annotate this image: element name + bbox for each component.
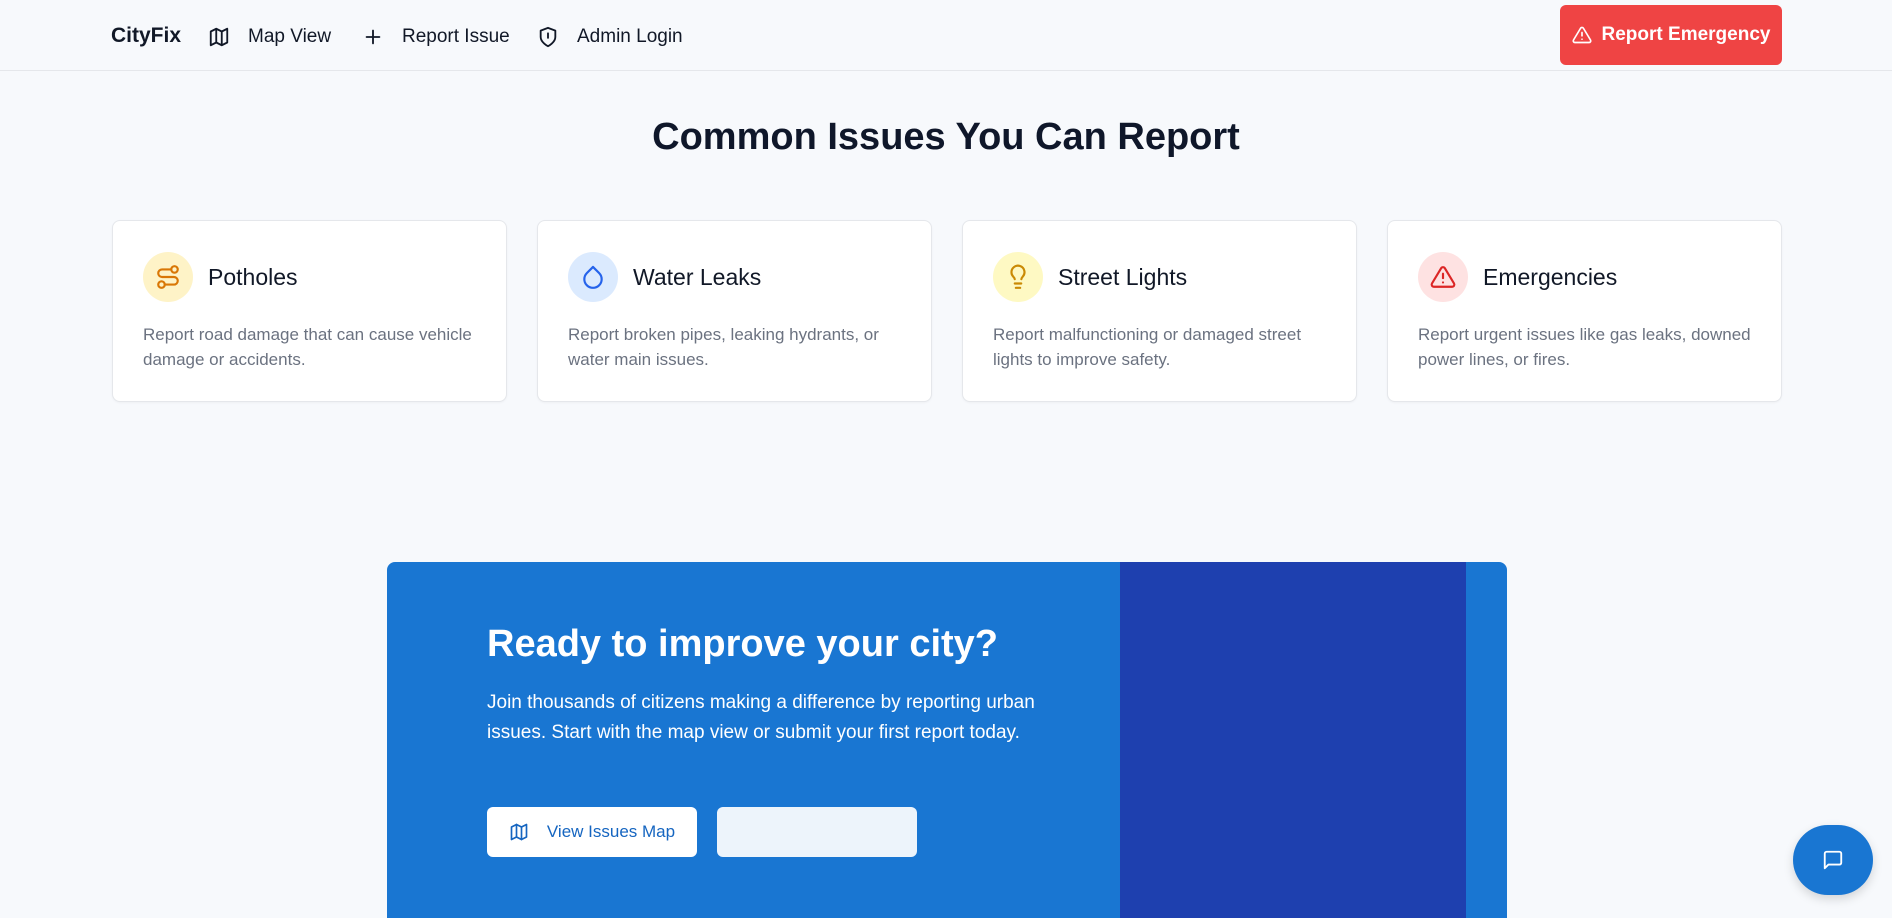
nav-link-label: Map View bbox=[248, 26, 332, 47]
issue-card-emergencies[interactable]: Emergencies Report urgent issues like ga… bbox=[1387, 220, 1782, 402]
cta-banner: Ready to improve your city? Join thousan… bbox=[387, 562, 1507, 918]
nav-link-report-issue[interactable]: Report Issue bbox=[362, 24, 510, 50]
cta-title: Ready to improve your city? bbox=[487, 623, 999, 665]
section-title: Common Issues You Can Report bbox=[652, 116, 1240, 158]
message-square-icon bbox=[1822, 849, 1844, 871]
map-icon bbox=[509, 822, 529, 842]
cta-side-panel bbox=[1120, 562, 1466, 918]
card-description: Report road damage that can cause vehicl… bbox=[143, 325, 472, 369]
issue-card-water-leaks[interactable]: Water Leaks Report broken pipes, leaking… bbox=[537, 220, 932, 402]
nav-link-label: Report Issue bbox=[402, 26, 510, 47]
lightbulb-icon bbox=[993, 252, 1043, 302]
card-title: Potholes bbox=[208, 264, 298, 290]
nav-link-label: Admin Login bbox=[577, 26, 683, 47]
cta-description: Join thousands of citizens making a diff… bbox=[487, 692, 1035, 743]
nav-link-map-view[interactable]: Map View bbox=[208, 24, 331, 50]
view-issues-map-label: View Issues Map bbox=[546, 822, 676, 841]
chat-button[interactable] bbox=[1793, 825, 1873, 895]
shield-icon bbox=[537, 26, 559, 48]
bar-chart-icon bbox=[739, 822, 759, 842]
plus-icon bbox=[362, 26, 384, 48]
alert-triangle-icon bbox=[1571, 25, 1592, 45]
card-title: Emergencies bbox=[1483, 264, 1618, 290]
nav-link-admin-login[interactable]: Admin Login bbox=[537, 24, 683, 50]
map-icon bbox=[208, 26, 230, 48]
droplet-icon bbox=[568, 252, 618, 302]
alert-triangle-icon bbox=[1418, 252, 1468, 302]
report-emergency-label: Report Emergency bbox=[1601, 24, 1771, 45]
issue-card-potholes[interactable]: Potholes Report road damage that can cau… bbox=[112, 220, 507, 402]
top-navigation: CityFix Map View Report Issue Admin Logi… bbox=[0, 0, 1892, 71]
report-emergency-button[interactable]: Report Emergency bbox=[1560, 5, 1782, 65]
view-issues-map-button[interactable]: View Issues Map bbox=[487, 807, 697, 857]
card-title: Street Lights bbox=[1058, 264, 1188, 290]
card-description: Report broken pipes, leaking hydrants, o… bbox=[568, 325, 879, 369]
route-icon bbox=[143, 252, 193, 302]
issue-card-street-lights[interactable]: Street Lights Report malfunctioning or d… bbox=[962, 220, 1357, 402]
see-dashboard-button[interactable]: See Dashboard bbox=[717, 807, 917, 857]
card-description: Report urgent issues like gas leaks, dow… bbox=[1418, 325, 1751, 369]
brand-logo[interactable]: CityFix bbox=[111, 24, 181, 48]
card-description: Report malfunctioning or damaged street … bbox=[993, 325, 1302, 369]
card-title: Water Leaks bbox=[633, 264, 762, 290]
see-dashboard-label: See Dashboard bbox=[776, 822, 896, 841]
